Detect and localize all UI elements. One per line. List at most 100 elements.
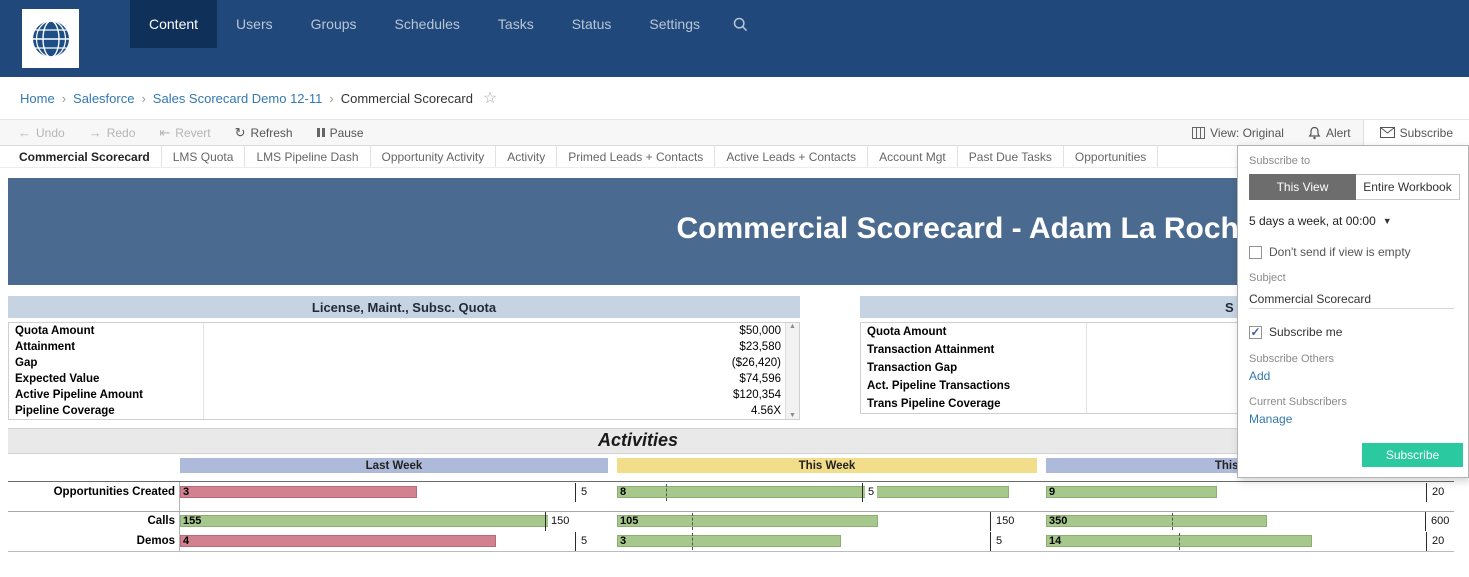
alert-button[interactable]: Alert [1296, 120, 1363, 145]
target-tick [990, 512, 991, 531]
current-subscribers-label: Current Subscribers [1249, 396, 1347, 408]
scroll-down-icon[interactable]: ▼ [789, 412, 796, 419]
revert-icon: ⇤ [159, 126, 170, 139]
tab-active-leads-contacts[interactable]: Active Leads + Contacts [715, 146, 868, 167]
value-bar[interactable] [617, 515, 878, 527]
table-row: Active Pipeline Amount $120,354 [9, 387, 799, 403]
target-tick [1425, 512, 1426, 531]
tab-opportunities[interactable]: Opportunities [1064, 146, 1158, 167]
subscribe-button-toolbar[interactable]: Subscribe [1363, 120, 1469, 145]
favorite-star-icon[interactable]: ☆ [483, 88, 497, 108]
nav-item-content[interactable]: Content [130, 0, 217, 48]
this-view-button[interactable]: This View [1249, 174, 1356, 200]
subscribe-target-toggle: This View Entire Workbook [1249, 174, 1460, 200]
chart-row: 155 150 105 150 350 600 [8, 513, 1454, 530]
value-bar[interactable] [180, 515, 557, 527]
value-bar[interactable] [180, 486, 417, 498]
target-label: 150 [548, 515, 572, 527]
target-label: 5 [578, 486, 590, 498]
row-value: ($26,420) [204, 357, 799, 369]
bar-value-label: 350 [1049, 515, 1067, 527]
pause-label: Pause [330, 126, 364, 140]
chart-cell: 3 5 [180, 484, 608, 501]
logo[interactable] [22, 9, 79, 68]
tab-past-due-tasks[interactable]: Past Due Tasks [958, 146, 1064, 167]
dont-send-checkbox-row[interactable]: Don't send if view is empty [1249, 245, 1411, 259]
license-quota-body: Quota Amount $50,000 Attainment $23,580 … [8, 322, 800, 420]
value-bar[interactable] [617, 535, 841, 547]
target-label: 5 [578, 535, 590, 547]
breadcrumb-separator: › [141, 91, 145, 106]
subscribe-submit-button[interactable]: Subscribe [1362, 443, 1463, 467]
row-label: Transaction Attainment [861, 341, 1087, 359]
chart-cell: 4 5 [180, 533, 608, 550]
table-scrollbar[interactable]: ▲ ▼ [785, 323, 799, 419]
value-bar[interactable] [1046, 515, 1267, 527]
comparison-dashed-line [692, 513, 693, 530]
value-bar[interactable] [617, 486, 1009, 498]
tab-activity[interactable]: Activity [496, 146, 557, 167]
subscribe-me-checkbox[interactable]: ✓ [1249, 326, 1262, 339]
revert-button[interactable]: ⇤ Revert [147, 120, 222, 145]
breadcrumb-home[interactable]: Home [20, 91, 55, 106]
target-tick [575, 483, 576, 502]
table-row: Quota Amount $50,000 [9, 323, 799, 339]
table-row: Expected Value $74,596 [9, 371, 799, 387]
manage-link[interactable]: Manage [1249, 412, 1292, 426]
target-label: 5 [993, 535, 1005, 547]
target-tick [1426, 532, 1427, 551]
nav-item-tasks[interactable]: Tasks [479, 0, 553, 48]
subscribe-popup: Subscribe to This View Entire Workbook 5… [1237, 145, 1469, 478]
schedule-dropdown[interactable]: 5 days a week, at 00:00 ▼ [1249, 214, 1392, 228]
bar-value-label: 3 [620, 535, 626, 547]
row-label: Trans Pipeline Coverage [861, 395, 1087, 413]
tab-lms-pipeline-dash[interactable]: LMS Pipeline Dash [245, 146, 370, 167]
tab-account-mgt[interactable]: Account Mgt [868, 146, 958, 167]
scroll-up-icon[interactable]: ▲ [789, 323, 796, 330]
entire-workbook-button[interactable]: Entire Workbook [1356, 174, 1460, 200]
toolbar-right-group: View: Original Alert Subscribe [1180, 120, 1469, 145]
tableau-server-app: Content Users Groups Schedules Tasks Sta… [0, 0, 1469, 577]
pause-button[interactable]: Pause [305, 120, 376, 145]
chart-cell: 105 150 [617, 513, 1037, 530]
breadcrumb-workbook[interactable]: Sales Scorecard Demo 12-11 [153, 91, 323, 106]
view-original-button[interactable]: View: Original [1180, 120, 1296, 145]
pause-icon [317, 128, 325, 137]
row-label: Act. Pipeline Transactions [861, 377, 1087, 395]
globe-logo-icon [29, 17, 73, 61]
refresh-button[interactable]: ↻ Refresh [223, 120, 305, 145]
nav-item-users[interactable]: Users [217, 0, 292, 48]
redo-button[interactable]: → Redo [77, 120, 148, 145]
revert-label: Revert [175, 126, 210, 140]
value-bar[interactable] [180, 535, 496, 547]
nav-menu: Content Users Groups Schedules Tasks Sta… [130, 0, 762, 48]
nav-item-settings[interactable]: Settings [630, 0, 719, 48]
row-value: 4.56X [204, 405, 799, 417]
envelope-icon [1380, 127, 1395, 138]
bar-value-label: 8 [620, 486, 626, 498]
row-label: Transaction Gap [861, 359, 1087, 377]
schedule-value: 5 days a week, at 00:00 [1249, 214, 1376, 228]
nav-item-status[interactable]: Status [553, 0, 631, 48]
row-label: Expected Value [9, 371, 204, 387]
add-link[interactable]: Add [1249, 369, 1270, 383]
nav-item-groups[interactable]: Groups [292, 0, 376, 48]
tab-commercial-scorecard[interactable]: Commercial Scorecard [8, 146, 162, 167]
dont-send-checkbox[interactable] [1249, 246, 1262, 259]
subject-label: Subject [1249, 272, 1286, 284]
subscribe-me-checkbox-row[interactable]: ✓ Subscribe me [1249, 325, 1342, 339]
nav-item-schedules[interactable]: Schedules [376, 0, 479, 48]
row-value: $50,000 [204, 325, 799, 337]
subscribe-label: Subscribe [1400, 126, 1453, 140]
breadcrumb-salesforce[interactable]: Salesforce [73, 91, 134, 106]
target-label: 20 [1429, 486, 1447, 498]
search-button[interactable] [719, 0, 762, 48]
tab-primed-leads-contacts[interactable]: Primed Leads + Contacts [557, 146, 715, 167]
target-tick [1426, 483, 1427, 502]
tab-lms-quota[interactable]: LMS Quota [162, 146, 246, 167]
undo-button[interactable]: ← Undo [6, 120, 77, 145]
tab-opportunity-activity[interactable]: Opportunity Activity [371, 146, 497, 167]
subject-input[interactable] [1249, 290, 1454, 309]
value-bar[interactable] [1046, 486, 1217, 498]
row-label: Gap [9, 355, 204, 371]
